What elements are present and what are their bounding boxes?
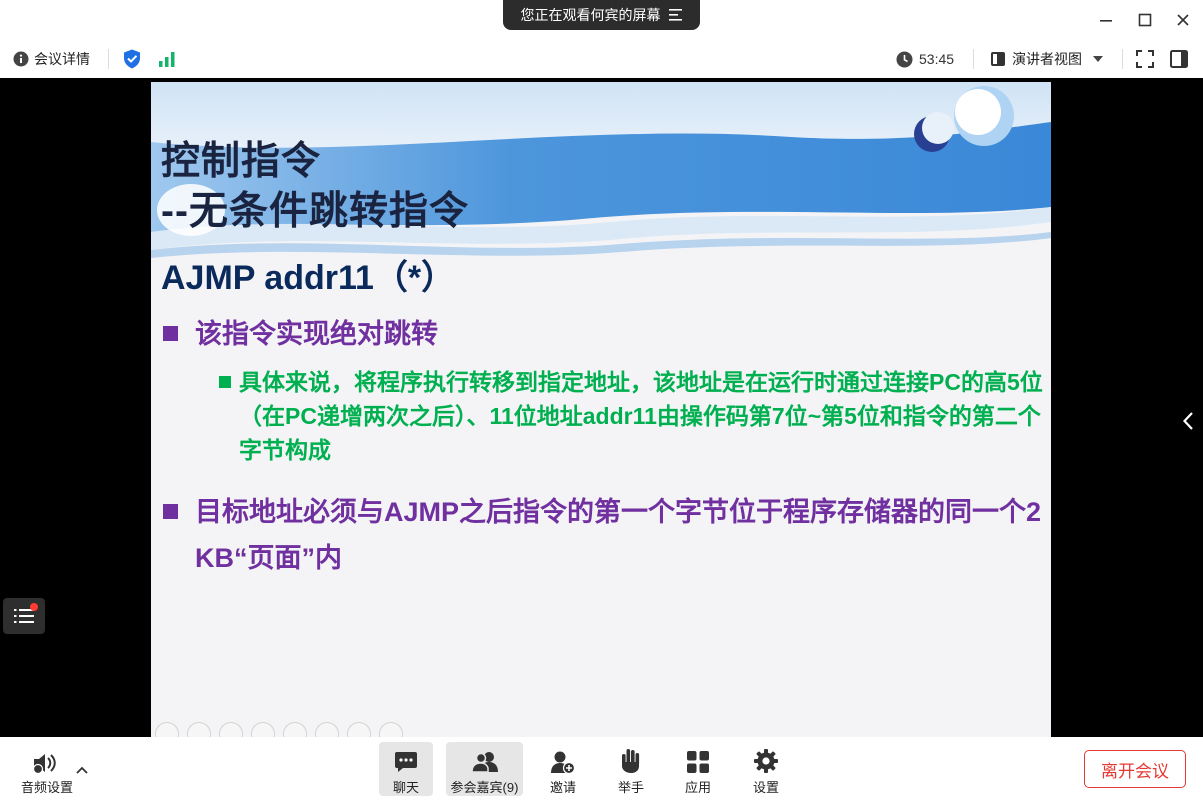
meeting-toolbar: 音频设置 聊天 参会嘉宾(9) 邀请 举手 应用 设置 离开会议	[0, 737, 1203, 801]
sidebar-toggle-icon	[1170, 50, 1188, 68]
settings-button[interactable]: 设置	[738, 742, 794, 796]
shared-screen-area: 控制指令 --无条件跳转指令 AJMP addr11（*） 该指令实现绝对跳转 …	[0, 78, 1203, 737]
apps-icon-wrap	[686, 746, 710, 774]
chat-label: 聊天	[392, 780, 419, 795]
fullscreen-button[interactable]	[1136, 40, 1154, 78]
raise-hand-button[interactable]: 举手	[603, 742, 659, 796]
slideshow-tool-icon[interactable]	[315, 722, 339, 737]
raise-hand-label: 举手	[617, 780, 644, 795]
invite-button[interactable]: 邀请	[535, 742, 591, 796]
slideshow-tool-icon[interactable]	[251, 722, 275, 737]
chevron-up-icon	[76, 766, 88, 774]
meeting-info-bar: 会议详情 53:45 演讲者视图	[0, 40, 1203, 78]
floating-list-button[interactable]	[3, 598, 45, 634]
security-button[interactable]	[123, 40, 141, 78]
leave-meeting-button[interactable]: 离开会议	[1084, 750, 1186, 788]
bullet-square-icon	[163, 326, 178, 341]
meeting-info-button[interactable]: 会议详情	[13, 40, 90, 78]
view-mode-dropdown[interactable]: 演讲者视图	[990, 40, 1104, 78]
network-signal[interactable]	[158, 40, 176, 78]
meeting-info-label: 会议详情	[34, 51, 90, 67]
slideshow-toolbar	[155, 722, 403, 737]
view-mode-label: 演讲者视图	[1012, 51, 1082, 67]
participants-icon-wrap	[470, 746, 499, 774]
apps-label: 应用	[684, 780, 711, 795]
meeting-timer: 53:45	[896, 40, 954, 78]
gear-icon	[754, 749, 778, 773]
audio-icon-wrap	[32, 746, 62, 774]
slideshow-tool-icon[interactable]	[187, 722, 211, 737]
menu-lines-icon	[668, 9, 682, 21]
audio-settings-label: 音频设置	[20, 780, 73, 795]
expand-panel-button[interactable]	[1176, 403, 1200, 439]
invite-label: 邀请	[549, 780, 576, 795]
divider	[973, 49, 974, 69]
sub-bullet-item: 具体来说，将程序执行转移到指定地址，该地址是在运行时通过连接PC的高5位（在PC…	[219, 365, 1049, 467]
audio-options-button[interactable]	[70, 742, 94, 796]
chevron-wrap	[76, 746, 88, 774]
raise-hand-icon	[622, 749, 640, 773]
speaker-settings-icon	[32, 754, 56, 774]
participants-icon	[470, 752, 498, 773]
fullscreen-icon	[1136, 50, 1154, 68]
divider	[1122, 49, 1123, 69]
notification-dot	[30, 603, 38, 611]
slideshow-tool-icon[interactable]	[379, 722, 403, 737]
settings-icon-wrap	[753, 746, 779, 774]
bullet-text: 目标地址必须与AJMP之后指令的第一个字节位于程序存储器的同一个2 KB“页面”…	[195, 497, 1042, 573]
clock-icon	[896, 51, 913, 67]
timer-text: 53:45	[919, 51, 955, 67]
chat-icon-wrap	[394, 746, 418, 774]
minimize-icon	[1100, 20, 1112, 22]
invite-icon-wrap	[550, 746, 576, 774]
info-icon	[13, 51, 29, 67]
participants-label: 参会嘉宾(9)	[450, 780, 519, 795]
bullet-square-icon	[163, 504, 178, 519]
chevron-left-icon	[1183, 412, 1193, 430]
slideshow-tool-icon[interactable]	[283, 722, 307, 737]
maximize-button[interactable]	[1130, 8, 1160, 32]
signal-icon	[159, 52, 175, 67]
shield-check-icon	[124, 49, 140, 69]
participants-button[interactable]: 参会嘉宾(9)	[446, 742, 523, 796]
sub-bullet-text: 具体来说，将程序执行转移到指定地址，该地址是在运行时通过连接PC的高5位（在PC…	[239, 369, 1043, 463]
chat-icon	[395, 752, 417, 772]
chevron-down-icon	[1093, 56, 1103, 62]
apps-button[interactable]: 应用	[670, 742, 726, 796]
screen-share-banner[interactable]: 您正在观看何宾的屏幕	[503, 0, 700, 30]
chat-button[interactable]: 聊天	[379, 742, 433, 796]
raise-hand-icon-wrap	[620, 746, 642, 774]
close-icon	[1177, 14, 1189, 26]
settings-label: 设置	[752, 780, 779, 795]
bullet-item: 该指令实现绝对跳转	[163, 314, 438, 354]
slide-heading: AJMP addr11（*）	[161, 259, 456, 297]
slideshow-tool-icon[interactable]	[219, 722, 243, 737]
window-titlebar: 您正在观看何宾的屏幕	[0, 0, 1203, 40]
slideshow-tool-icon[interactable]	[155, 722, 179, 737]
apps-icon	[687, 751, 709, 773]
presenter-view-icon	[991, 52, 1005, 66]
divider	[108, 49, 109, 69]
close-button[interactable]	[1168, 8, 1198, 32]
bullet-item: 目标地址必须与AJMP之后指令的第一个字节位于程序存储器的同一个2 KB“页面”…	[163, 489, 1043, 581]
bullet-text: 该指令实现绝对跳转	[195, 319, 438, 349]
bullet-square-icon	[219, 376, 231, 388]
screen-share-label: 您正在观看何宾的屏幕	[520, 7, 661, 23]
sidebar-toggle-button[interactable]	[1170, 40, 1188, 78]
slide-title-line1: 控制指令	[161, 140, 322, 183]
minimize-button[interactable]	[1091, 8, 1121, 32]
maximize-icon	[1138, 13, 1152, 27]
shared-slide: 控制指令 --无条件跳转指令 AJMP addr11（*） 该指令实现绝对跳转 …	[151, 82, 1051, 737]
slide-title-line2: --无条件跳转指令	[161, 190, 469, 233]
invite-icon	[551, 751, 576, 774]
slideshow-tool-icon[interactable]	[347, 722, 371, 737]
